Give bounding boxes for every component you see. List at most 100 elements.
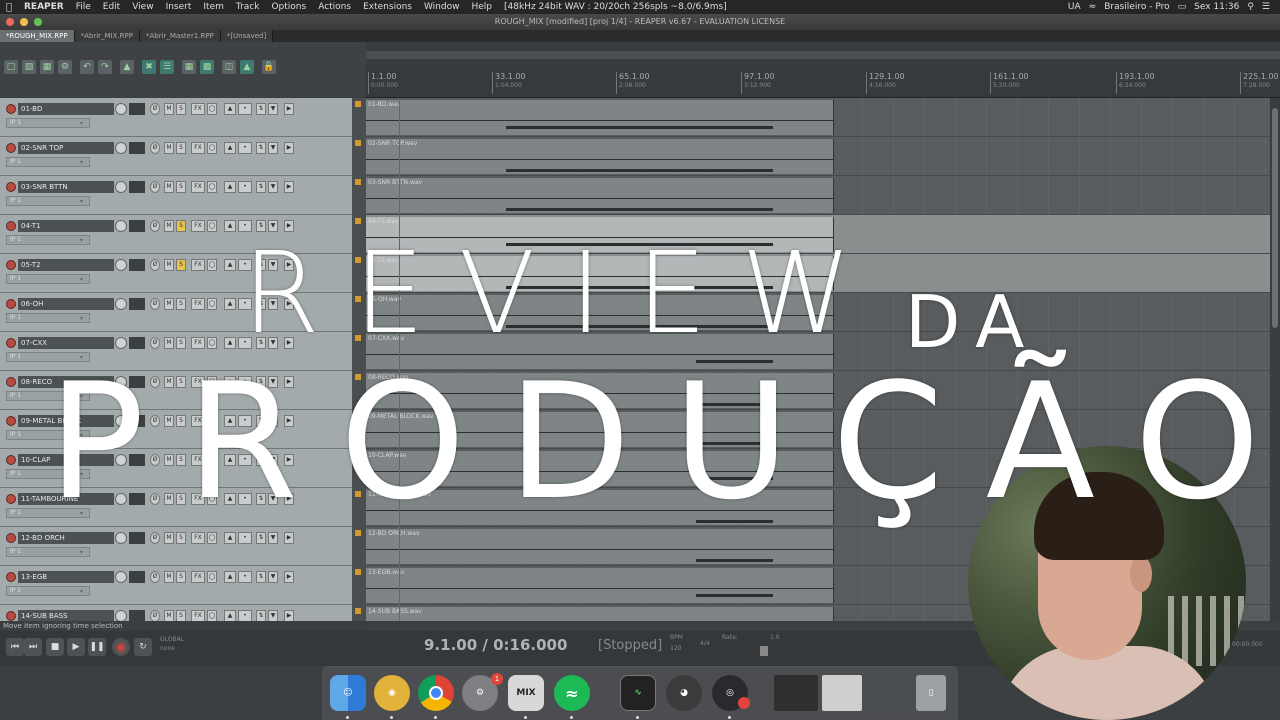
solo-button[interactable]: S [176,571,186,583]
mute-button[interactable]: M [164,259,174,271]
menu-insert[interactable]: Insert [160,2,198,12]
project-tab-abrir-master[interactable]: *Abrir_Master1.RPP [140,30,221,42]
track-header[interactable]: 02-SNR TOP Ø M S FX ◯ ▲ • ⇅ ▼ ▶ IP 1 ▾ [0,137,352,176]
envelope-icon[interactable]: ▲ [224,610,236,621]
volume-knob[interactable] [115,298,127,310]
automation-mode-button[interactable]: • [238,103,252,115]
record-arm-button[interactable] [6,299,16,309]
finder-icon[interactable]: ☺ [330,675,366,711]
undo-icon[interactable]: ↶ [80,60,94,74]
track-name[interactable]: 06-OH [18,298,114,310]
fx-button[interactable]: FX [191,571,205,583]
rate-value[interactable]: 1.0 [770,634,780,641]
mix-app-icon[interactable]: MIX [508,675,544,711]
pause-button[interactable]: ❚❚ [88,638,106,656]
display-icon[interactable]: ▭ [1178,2,1187,12]
track-name[interactable]: 13-EGB [18,571,114,583]
chevron-down-icon[interactable]: ▾ [80,315,83,322]
project-tab-unsaved[interactable]: *[Unsaved] [220,30,274,42]
record-arm-button[interactable] [6,143,16,153]
volume-knob[interactable] [115,259,127,271]
track-header[interactable]: 14-SUB BASSØMSFX◯▲•⇅▼▶IP 1▾ [0,605,352,621]
media-item[interactable]: 02-SNR TOP.wav [366,139,834,174]
track-collapse-icon[interactable]: ▶ [284,142,294,154]
snap-icon[interactable]: ▩ [200,60,214,74]
fx-bypass-icon[interactable]: ◯ [207,220,217,232]
open-project-icon[interactable]: ▧ [22,60,36,74]
fx-button[interactable]: FX [191,103,205,115]
track-collapse-icon[interactable]: ▶ [284,103,294,115]
fx-bypass-icon[interactable]: ◯ [207,298,217,310]
save-project-icon[interactable]: ▦ [40,60,54,74]
input-selector[interactable]: IP 1 [6,196,90,206]
menu-view[interactable]: View [126,2,159,12]
volume-knob[interactable] [115,571,127,583]
chevron-down-icon[interactable]: ▾ [80,276,83,283]
io-routing-icon[interactable]: ⇅ [256,571,266,583]
media-item[interactable]: 13-EGB.wav [366,568,834,603]
menu-file[interactable]: File [70,2,97,12]
menu-edit[interactable]: Edit [97,2,126,12]
track-name[interactable]: 05-T2 [18,259,114,271]
bpm-value[interactable]: 120 [670,645,681,652]
fx-bypass-icon[interactable]: ◯ [207,571,217,583]
fx-button[interactable]: FX [191,610,205,621]
track-lane[interactable]: 01-BD.wav [366,98,1270,137]
automation-mode-button[interactable]: • [238,181,252,193]
fx-button[interactable]: FX [191,181,205,193]
automation-mode-button[interactable]: • [238,571,252,583]
mute-button[interactable]: M [164,571,174,583]
record-arm-button[interactable] [6,260,16,270]
record-arm-button[interactable] [6,611,16,621]
solo-button[interactable]: S [176,610,186,621]
keyboard-layout[interactable]: Brasileiro - Pro [1104,2,1169,12]
track-collapse-icon[interactable]: ▶ [284,610,294,621]
envelope-icon[interactable]: ▲ [224,298,236,310]
record-arm-button[interactable] [6,104,16,114]
volume-knob[interactable] [115,142,127,154]
record-button[interactable]: ◉ [112,638,130,656]
menu-extensions[interactable]: Extensions [357,2,418,12]
input-selector[interactable]: IP 1 [6,157,90,167]
folder-icon[interactable]: ▼ [268,571,278,583]
stop-button[interactable]: ■ [46,638,64,656]
envelope-icon[interactable]: ▲ [224,259,236,271]
spotify-icon[interactable]: ≈ [554,675,590,711]
grid-icon[interactable]: ▦ [182,60,196,74]
lock-grid-icon[interactable]: ◫ [222,60,236,74]
chevron-down-icon[interactable]: ▾ [80,198,83,205]
minimized-window-2[interactable] [822,675,862,711]
chrome-canary-icon[interactable]: ◉ [374,675,410,711]
track-collapse-icon[interactable]: ▶ [284,571,294,583]
track-header[interactable]: 01-BD Ø M S FX ◯ ▲ • ⇅ ▼ ▶ IP 1 ▾ [0,98,352,137]
solo-button[interactable]: S [176,220,186,232]
chevron-down-icon[interactable]: ▾ [80,549,83,556]
envelope-icon[interactable]: ▲ [240,60,254,74]
record-arm-button[interactable] [6,572,16,582]
envelope-icon[interactable]: ▲ [224,571,236,583]
auto-crossfade-icon[interactable]: ✖ [142,60,156,74]
track-name[interactable]: 03-SNR BTTN [18,181,114,193]
input-selector[interactable]: IP 2 [6,586,90,596]
chevron-down-icon[interactable]: ▾ [80,159,83,166]
zoom-window-button[interactable] [34,18,42,26]
repeat-button[interactable]: ↻ [134,638,152,656]
fx-bypass-icon[interactable]: ◯ [207,142,217,154]
solo-button[interactable]: S [176,181,186,193]
disk-utility-icon[interactable]: ◕ [666,675,702,711]
project-settings-icon[interactable]: ⚙ [58,60,72,74]
mute-button[interactable]: M [164,181,174,193]
input-source-indicator[interactable]: UA [1068,2,1081,12]
fx-bypass-icon[interactable]: ◯ [207,610,217,621]
fx-bypass-icon[interactable]: ◯ [207,103,217,115]
menu-reaper[interactable]: REAPER [18,2,70,12]
fx-button[interactable]: FX [191,259,205,271]
track-collapse-icon[interactable]: ▶ [284,181,294,193]
menu-track[interactable]: Track [230,2,266,12]
track-lane[interactable]: 02-SNR TOP.wav [366,137,1270,176]
wifi-icon[interactable]: ≈ [1089,2,1097,12]
track-name[interactable]: 01-BD [18,103,114,115]
track-header[interactable]: 03-SNR BTTN Ø M S FX ◯ ▲ • ⇅ ▼ ▶ IP 1 ▾ [0,176,352,215]
metronome-icon[interactable]: ▲ [120,60,134,74]
input-selector[interactable]: IP 1 [6,547,90,557]
